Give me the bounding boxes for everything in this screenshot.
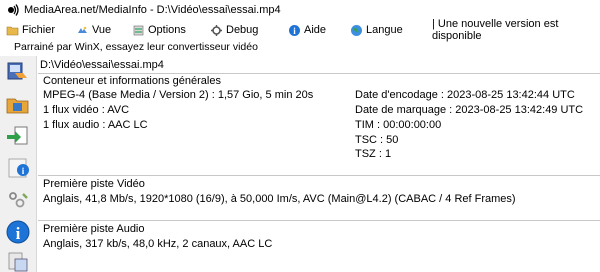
file-path: D:\Vidéo\essai\essai.mp4 (40, 59, 164, 71)
sheet-view-button[interactable] (4, 248, 32, 272)
audio-section: Première piste Audio Anglais, 317 kb/s, … (38, 220, 600, 258)
menu-options[interactable]: Options (130, 21, 188, 39)
tsz-value: TSZ : 1 (355, 148, 392, 160)
view-icon (78, 26, 87, 33)
title-bar: MediaArea.net/MediaInfo - D:\Vidéo\essai… (0, 0, 600, 20)
preferences-button[interactable] (4, 186, 32, 214)
menu-debug-label: Debug (226, 24, 259, 36)
options-icon (133, 25, 144, 35)
window-title: MediaArea.net/MediaInfo - D:\Vidéo\essai… (24, 4, 281, 16)
general-section: Conteneur et informations générales MPEG… (38, 73, 600, 160)
info-icon: i (8, 158, 29, 178)
general-video-count: 1 flux vidéo : AVC (43, 104, 130, 116)
menu-aide[interactable]: i Aide (286, 21, 328, 39)
update-available-notice[interactable]: | Une nouvelle version est disponible (432, 18, 600, 42)
general-format: MPEG-4 (Base Media / Version 2) : 1,57 G… (43, 89, 314, 101)
debug-icon (211, 24, 222, 36)
encoded-date: Date d'encodage : 2023-08-25 13:42:44 UT… (355, 89, 575, 101)
video-details: Anglais, 41,8 Mb/s, 1920*1080 (16/9), à … (43, 193, 516, 205)
left-toolbar: i i (0, 56, 36, 272)
menu-aide-label: Aide (304, 24, 327, 36)
open-folder-button[interactable] (4, 90, 32, 118)
open-file-button[interactable] (4, 58, 32, 86)
video-section: Première piste Vidéo Anglais, 41,8 Mb/s,… (38, 175, 600, 213)
about-button[interactable]: i (4, 218, 32, 246)
menu-langue[interactable]: Langue (348, 21, 405, 39)
sponsor-banner[interactable]: Parrainé par WinX, essayez leur converti… (14, 40, 258, 54)
open-folder-icon (6, 98, 29, 114)
menu-vue[interactable]: Vue (74, 21, 113, 39)
audio-details: Anglais, 317 kb/s, 48,0 kHz, 2 canaux, A… (43, 238, 273, 250)
help-icon: i (289, 24, 300, 36)
info-panel: D:\Vidéo\essai\essai.mp4 Conteneur et in… (36, 56, 600, 272)
mediainfo-app-icon (8, 4, 19, 16)
preferences-icon (9, 192, 28, 208)
video-heading: Première piste Vidéo (43, 178, 145, 190)
about-icon: i (6, 220, 30, 244)
export-button[interactable] (4, 122, 32, 150)
menu-vue-label: Vue (92, 24, 112, 36)
audio-heading: Première piste Audio (43, 223, 145, 235)
menu-langue-label: Langue (366, 24, 403, 36)
sheet-view-icon (8, 252, 28, 272)
menu-fichier[interactable]: Fichier (4, 21, 57, 39)
general-heading: Conteneur et informations générales (43, 75, 221, 87)
general-audio-count: 1 flux audio : AAC LC (43, 119, 148, 131)
tsc-value: TSC : 50 (355, 134, 399, 146)
menu-options-label: Options (148, 24, 186, 36)
language-icon (351, 24, 362, 36)
open-file-icon (7, 62, 27, 80)
info-button[interactable]: i (4, 154, 32, 182)
menu-fichier-label: Fichier (22, 24, 56, 36)
svg-text:i: i (16, 224, 21, 243)
menu-debug[interactable]: Debug (208, 21, 260, 39)
folder-icon (6, 26, 19, 35)
menu-bar: Fichier Vue Options Debug i Aide Langue … (0, 18, 600, 42)
tagged-date: Date de marquage : 2023-08-25 13:42:49 U… (355, 104, 584, 116)
tim-value: TIM : 00:00:00:00 (355, 119, 442, 131)
export-icon (7, 126, 28, 145)
